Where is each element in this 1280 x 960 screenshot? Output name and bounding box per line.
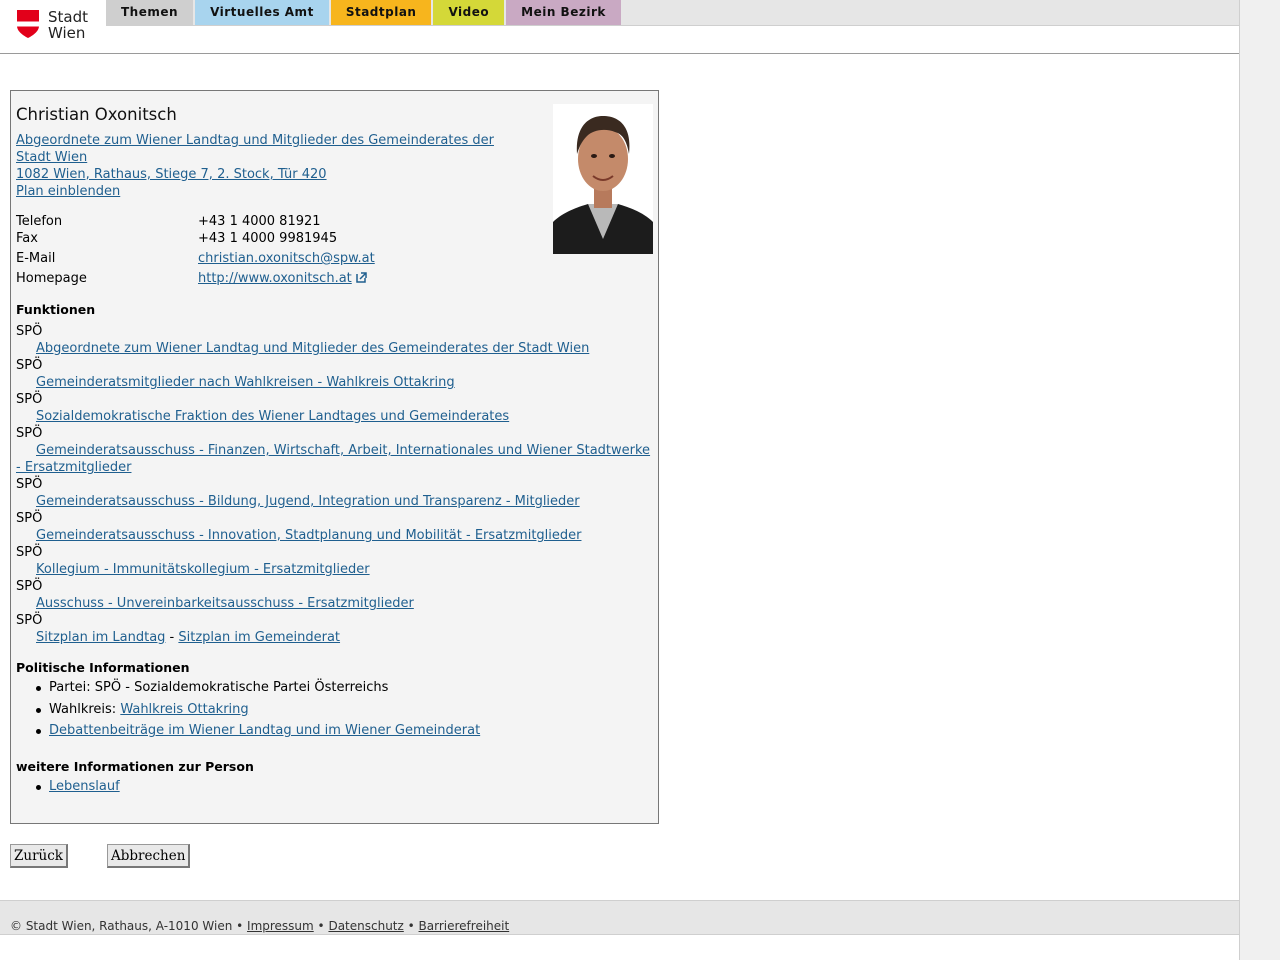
address-link[interactable]: 1082 Wien, Rathaus, Stiege 7, 2. Stock, … [16, 167, 327, 182]
seat-plan-separator: - [165, 630, 179, 645]
more-info-heading: weitere Informationen zur Person [16, 759, 254, 774]
function-role-link[interactable]: Gemeinderatsmitglieder nach Wahlkreisen … [36, 375, 455, 390]
nav-tab-mein-bezirk[interactable]: Mein Bezirk [506, 0, 621, 25]
nav-tab-stadtplan[interactable]: Stadtplan [330, 0, 432, 25]
logo-line-2: Wien [48, 24, 86, 42]
external-link-icon [356, 272, 367, 283]
function-role: Ausschuss - Unvereinbarkeitsausschuss - … [16, 595, 656, 612]
cv-link[interactable]: Lebenslauf [49, 779, 120, 794]
function-role: Gemeinderatsausschuss - Bildung, Jugend,… [16, 493, 656, 510]
function-org: SPÖ [16, 545, 43, 560]
function-role: Gemeinderatsmitglieder nach Wahlkreisen … [16, 374, 656, 391]
function-org: SPÖ [16, 426, 43, 441]
person-detail-panel: Christian Oxonitsch Abgeordnete zum Wien… [10, 90, 659, 824]
wien-shield-icon [17, 10, 39, 38]
district-link[interactable]: Wahlkreis Ottakring [120, 702, 248, 717]
function-role-link[interactable]: Gemeinderatsausschuss - Bildung, Jugend,… [36, 494, 580, 509]
nav-tab-themen[interactable]: Themen [106, 0, 194, 25]
affiliation-line-1: Abgeordnete zum Wiener Landtag und Mitgl… [16, 133, 494, 148]
person-address-block: Abgeordnete zum Wiener Landtag und Mitgl… [16, 132, 506, 200]
accessibility-link[interactable]: Barrierefreiheit [419, 919, 510, 933]
phone-value: +43 1 4000 81921 [198, 214, 321, 229]
logo-line-1: Stadt [48, 8, 88, 26]
footer-separator: • [403, 919, 419, 933]
homepage-link[interactable]: http://www.oxonitsch.at [198, 271, 352, 286]
person-name: Christian Oxonitsch [16, 105, 177, 124]
function-role-link[interactable]: Gemeinderatsausschuss - Finanzen, Wirtsc… [16, 443, 650, 475]
seat-plan-landtag-link[interactable]: Sitzplan im Landtag [36, 630, 165, 645]
logo-wordmark: Stadt Wien [48, 9, 88, 41]
fax-value: +43 1 4000 9981945 [198, 231, 338, 246]
function-org: SPÖ [16, 511, 43, 526]
footer-separator: • [313, 919, 329, 933]
function-role-link[interactable]: Sozialdemokratische Fraktion des Wiener … [36, 409, 509, 424]
email-label: E-Mail [16, 251, 56, 266]
function-role-link[interactable]: Gemeinderatsausschuss - Innovation, Stad… [36, 528, 581, 543]
function-org: SPÖ [16, 613, 43, 628]
affiliation-link[interactable]: Abgeordnete zum Wiener Landtag und Mitgl… [16, 133, 494, 165]
footer-copyright: © Stadt Wien, Rathaus, A-1010 Wien [10, 919, 233, 933]
function-role: Kollegium - Immunitätskollegium - Ersatz… [16, 561, 656, 578]
functions-heading: Funktionen [16, 302, 96, 317]
footer-separator: • [232, 919, 248, 933]
person-photo [553, 104, 653, 254]
seat-plan-gemeinderat-link[interactable]: Sitzplan im Gemeinderat [178, 630, 340, 645]
homepage-value: http://www.oxonitsch.at [198, 271, 367, 286]
function-role: Sozialdemokratische Fraktion des Wiener … [16, 408, 656, 425]
political-info-list: Partei: SPÖ - Sozialdemokratische Partei… [35, 677, 480, 742]
email-link[interactable]: christian.oxonitsch@spw.at [198, 251, 375, 266]
seat-plan-links: Sitzplan im Landtag - Sitzplan im Gemein… [16, 629, 656, 646]
nav-tab-video[interactable]: Video [433, 0, 505, 25]
function-role: Gemeinderatsausschuss - Finanzen, Wirtsc… [16, 442, 656, 476]
back-button[interactable]: Zurück [10, 844, 68, 868]
page: Stadt Wien Themen Virtuelles Amt Stadtplan… [0, 0, 1240, 960]
homepage-label: Homepage [16, 271, 87, 286]
privacy-link[interactable]: Datenschutz [328, 919, 403, 933]
site-footer: © Stadt Wien, Rathaus, A-1010 Wien • Imp… [0, 900, 1239, 935]
affiliation-line-2: Stadt Wien [16, 150, 88, 165]
phone-label: Telefon [16, 214, 63, 229]
debates-item: Debattenbeiträge im Wiener Landtag und i… [35, 720, 480, 742]
function-org: SPÖ [16, 392, 43, 407]
function-role: Abgeordnete zum Wiener Landtag und Mitgl… [16, 340, 656, 357]
cancel-button[interactable]: Abbrechen [107, 844, 191, 868]
function-org: SPÖ [16, 324, 43, 339]
site-header: Stadt Wien Themen Virtuelles Amt Stadtplan… [0, 0, 1239, 54]
portrait-image [553, 104, 653, 254]
function-org: SPÖ [16, 477, 43, 492]
function-org: SPÖ [16, 358, 43, 373]
party-item: Partei: SPÖ - Sozialdemokratische Partei… [35, 677, 480, 699]
political-info-heading: Politische Informationen [16, 660, 190, 675]
imprint-link[interactable]: Impressum [247, 919, 314, 933]
functions-list: SPÖ Abgeordnete zum Wiener Landtag und Mi… [16, 323, 656, 646]
debates-link[interactable]: Debattenbeiträge im Wiener Landtag und i… [49, 723, 480, 738]
function-role-link[interactable]: Ausschuss - Unvereinbarkeitsausschuss - … [36, 596, 414, 611]
fax-label: Fax [16, 231, 38, 246]
footer-text: © Stadt Wien, Rathaus, A-1010 Wien • Imp… [10, 919, 509, 933]
cv-item: Lebenslauf [36, 776, 120, 798]
function-role: Gemeinderatsausschuss - Innovation, Stad… [16, 527, 656, 544]
function-org: SPÖ [16, 579, 43, 594]
stadt-wien-logo[interactable]: Stadt Wien [14, 8, 94, 44]
function-role-link[interactable]: Kollegium - Immunitätskollegium - Ersatz… [36, 562, 370, 577]
main-nav-tabs: Themen Virtuelles Amt Stadtplan Video Mein B… [106, 0, 623, 25]
district-item: Wahlkreis: Wahlkreis Ottakring [35, 699, 480, 721]
district-prefix: Wahlkreis: [49, 701, 121, 717]
show-plan-link[interactable]: Plan einblenden [16, 184, 120, 199]
function-role-link[interactable]: Abgeordnete zum Wiener Landtag und Mitgl… [36, 341, 589, 356]
more-info-list: Lebenslauf [36, 776, 120, 798]
nav-tab-virtuelles-amt[interactable]: Virtuelles Amt [195, 0, 329, 25]
